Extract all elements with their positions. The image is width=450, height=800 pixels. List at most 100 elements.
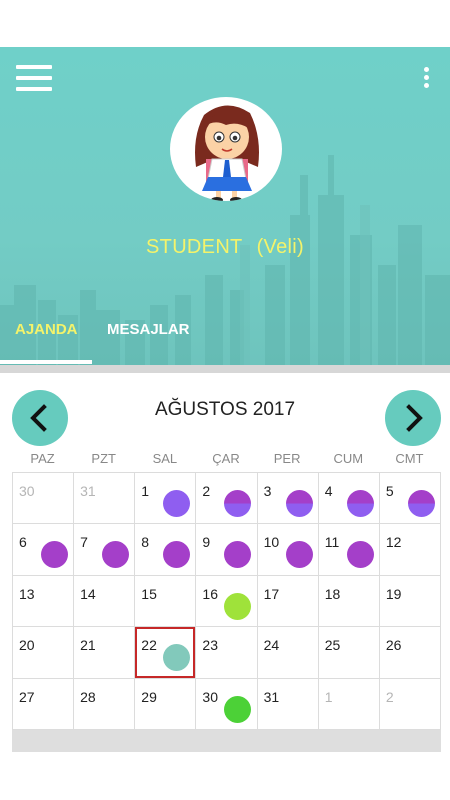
calendar-day-cell[interactable]: 2: [379, 678, 440, 729]
calendar-day-cell[interactable]: 13: [13, 575, 74, 627]
calendar-day-cell[interactable]: 15: [135, 575, 196, 627]
event-indicator: [407, 490, 435, 517]
calendar-day-cell[interactable]: 6: [13, 524, 74, 575]
day-number: 10: [263, 534, 280, 551]
calendar-day-cell[interactable]: 29: [135, 678, 196, 729]
day-number: 7: [80, 534, 88, 551]
overflow-menu-button[interactable]: [416, 67, 436, 91]
calendar-day-cell[interactable]: 2: [196, 473, 257, 524]
day-number: 20: [19, 637, 35, 654]
weekday-header: PAZ PZT SAL ÇAR PER CUM CMT: [12, 451, 440, 469]
calendar-day-cell[interactable]: 20: [13, 627, 74, 678]
weekday-label: PAZ: [30, 451, 55, 466]
avatar: [170, 97, 282, 201]
calendar-day-cell[interactable]: 22: [135, 627, 196, 678]
day-number: 25: [324, 637, 341, 654]
calendar-day-cell[interactable]: 24: [257, 627, 318, 678]
event-indicator: [224, 490, 252, 517]
calendar-day-cell[interactable]: 25: [318, 627, 379, 678]
day-number: 30: [19, 483, 35, 499]
calendar-day-cell[interactable]: 11: [318, 524, 379, 575]
event-indicator: [285, 541, 313, 569]
day-number: 13: [19, 585, 35, 602]
weekday-label: CMT: [395, 451, 424, 466]
calendar-day-cell[interactable]: 31: [74, 473, 135, 524]
event-indicator: [346, 541, 374, 569]
calendar-day-cell[interactable]: 16: [196, 575, 257, 627]
day-number: 2: [202, 483, 211, 499]
event-indicator: [285, 490, 313, 517]
next-month-button[interactable]: [385, 390, 441, 446]
calendar-day-cell[interactable]: 19: [379, 575, 440, 627]
calendar-day-cell[interactable]: 1: [318, 678, 379, 729]
day-number: 5: [385, 483, 394, 499]
calendar-footer-bar: [12, 730, 441, 752]
day-number: 1: [141, 483, 150, 499]
day-number: 16: [202, 585, 218, 602]
calendar-day-cell[interactable]: 21: [74, 627, 135, 678]
day-number: 31: [80, 483, 96, 499]
menu-icon: [16, 65, 52, 69]
active-tab-indicator: [0, 360, 92, 364]
day-number: 21: [80, 637, 96, 654]
day-number: 28: [80, 688, 96, 705]
calendar-day-cell[interactable]: 30: [13, 473, 74, 524]
calendar-day-cell[interactable]: 9: [196, 524, 257, 575]
profile-header: STUDENT (Veli) AJANDA MESAJLAR: [0, 47, 450, 365]
weekday-label: PZT: [91, 451, 116, 466]
day-number: 14: [80, 585, 96, 602]
day-number: 18: [324, 585, 341, 602]
calendar-day-cell[interactable]: 31: [257, 678, 318, 729]
calendar-day-cell[interactable]: 26: [379, 627, 440, 678]
tab-agenda[interactable]: AJANDA: [15, 321, 78, 338]
month-title: AĞUSTOS 2017: [154, 399, 296, 420]
divider: [0, 365, 450, 373]
calendar-day-cell[interactable]: 4: [318, 473, 379, 524]
weekday-label: SAL: [152, 451, 178, 466]
calendar-day-cell[interactable]: 27: [13, 678, 74, 729]
student-name: STUDENT: [146, 236, 243, 258]
calendar-day-cell[interactable]: 30: [196, 678, 257, 729]
calendar-day-cell[interactable]: 1: [135, 473, 196, 524]
day-number: 4: [324, 483, 333, 499]
day-number: 6: [19, 534, 27, 551]
previous-month-button[interactable]: [12, 390, 68, 446]
day-number: 9: [202, 534, 211, 551]
calendar-day-cell[interactable]: 10: [257, 524, 318, 575]
chevron-left-icon: [30, 404, 47, 432]
calendar-day-cell[interactable]: 3: [257, 473, 318, 524]
day-number: 17: [263, 585, 280, 602]
day-number: 27: [19, 688, 35, 705]
calendar-day-cell[interactable]: 28: [74, 678, 135, 729]
day-number: 15: [141, 585, 157, 602]
day-number: 23: [202, 637, 218, 654]
calendar-day-cell[interactable]: 8: [135, 524, 196, 575]
event-indicator: [102, 541, 130, 569]
calendar-grid: 30 31 1 2 3 4 5 6 7 8 9 10 11 12 13 14 15 16 17 18 19 20 21 22 2…: [12, 472, 441, 730]
day-number: 2: [385, 688, 394, 705]
day-number: 31: [263, 688, 280, 705]
tab-messages[interactable]: MESAJLAR: [107, 321, 190, 338]
event-indicator: [224, 695, 252, 723]
more-vertical-icon: [423, 67, 429, 72]
calendar-day-cell[interactable]: 12: [379, 524, 440, 575]
calendar-day-cell[interactable]: 17: [257, 575, 318, 627]
event-indicator: [163, 490, 191, 517]
calendar-day-cell[interactable]: 23: [196, 627, 257, 678]
day-number: 11: [324, 534, 340, 551]
chevron-right-icon: [406, 404, 423, 432]
event-indicator: [41, 541, 68, 569]
day-number: 1: [324, 688, 333, 705]
event-indicator: [346, 490, 374, 517]
weekday-label: ÇAR: [212, 451, 240, 466]
day-number: 24: [263, 637, 280, 654]
calendar-day-cell[interactable]: 14: [74, 575, 135, 627]
calendar-day-cell[interactable]: 18: [318, 575, 379, 627]
day-number: 8: [141, 534, 150, 551]
calendar-day-cell[interactable]: 7: [74, 524, 135, 575]
calendar-day-cell[interactable]: 5: [379, 473, 440, 524]
status-bar-area: [0, 0, 450, 47]
hamburger-menu-button[interactable]: [16, 65, 54, 93]
weekday-label: CUM: [333, 451, 364, 466]
event-indicator: [224, 541, 252, 569]
